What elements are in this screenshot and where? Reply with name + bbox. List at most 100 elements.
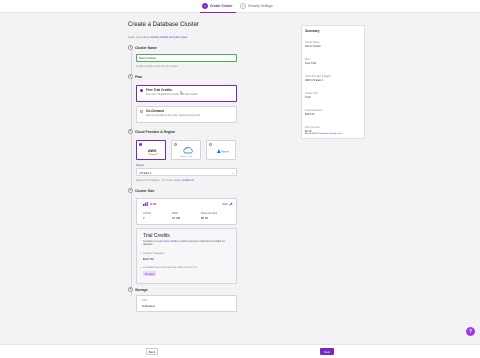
step-create-cluster[interactable]: 1 Create Cluster xyxy=(202,3,233,9)
metric-value: $0.49 xyxy=(201,216,208,220)
summary-key: Price per hour xyxy=(305,126,321,129)
section-title: Storage xyxy=(135,287,148,292)
monthly-costs-link[interactable]: Estimated monthly costs xyxy=(319,133,343,135)
provider-label: Google Cloud xyxy=(179,156,193,158)
region-select[interactable]: US East 1 ⌄ xyxy=(136,168,237,176)
summary-value: $227.60 xyxy=(305,113,315,116)
radio-selected-icon xyxy=(139,143,142,146)
section-number: 1 xyxy=(128,45,133,50)
summary-value: AWS US East 1 xyxy=(305,79,324,82)
metric-ram: RAM 16 GB xyxy=(172,212,180,220)
section-storage-header: 5 Storage xyxy=(128,287,148,292)
summary-key: Cluster Name xyxy=(305,41,320,44)
section-number: 2 xyxy=(128,74,133,79)
runtime-badge: 19 days xyxy=(143,271,156,276)
plan-option-free-trial[interactable]: Free Trial Credits Test your SingleStore… xyxy=(136,85,237,102)
summary-value: Demo Cluster xyxy=(305,45,321,48)
cluster-size-value: S-00 xyxy=(150,202,157,206)
section-title: Cluster Size xyxy=(135,188,155,193)
provider-google-cloud[interactable]: Google Cloud xyxy=(171,140,201,160)
storage-limit-label: Limit xyxy=(142,299,148,302)
step-number: 1 xyxy=(202,3,208,9)
radio-selected-icon xyxy=(140,89,143,92)
section-title: Cloud Provider & Region xyxy=(135,129,176,134)
summary-row: Cloud Provider & Region AWS US East 1 xyxy=(305,75,331,82)
summary-row: Cluster Name Demo Cluster xyxy=(305,41,321,48)
pencil-icon xyxy=(229,202,233,206)
provider-azure[interactable]: Azure xyxy=(206,140,236,160)
plan-option-on-demand[interactable]: On-Demand Set up a cluster of any size. … xyxy=(136,106,237,123)
summary-row: Cluster Size S-00 xyxy=(305,92,318,99)
cluster-size-card: S-00 Edit vCPUs 2 RAM 16 GB Price per ho… xyxy=(136,198,237,225)
summary-key: Current balance xyxy=(305,109,323,112)
step-security-settings[interactable]: 2 Security Settings xyxy=(240,3,273,9)
next-button[interactable]: Next xyxy=(320,348,334,355)
section-number: 5 xyxy=(128,287,133,292)
metric-value: 16 GB xyxy=(172,216,180,220)
step-number: 2 xyxy=(240,3,246,9)
footer-bar: Back Next xyxy=(0,344,480,358)
runtime-label: ESTIMATED RUN TIME BEFORE CREDITS RUN OU… xyxy=(143,267,197,269)
region-hint-text: Region is US Virginia · To confirm regio… xyxy=(136,179,182,182)
storage-limit-value: Unlimited xyxy=(142,304,155,308)
provider-aws[interactable]: aws xyxy=(136,140,166,160)
trial-description: Contact us to get more credits or add a … xyxy=(143,240,233,247)
metric-label: vCPUs xyxy=(143,212,152,215)
summary-title: Summary xyxy=(305,29,320,33)
summary-value: S-00 xyxy=(305,96,311,99)
region-label: Region xyxy=(136,164,145,167)
summary-row: Plan Free Trial xyxy=(305,58,316,65)
plan-title: On-Demand xyxy=(146,109,165,113)
region-value: US East 1 xyxy=(139,171,152,175)
balance-label: CURRENT BALANCE xyxy=(143,253,165,255)
step-label: Create Cluster xyxy=(210,4,233,8)
section-number: 3 xyxy=(128,129,133,134)
azure-logo-icon: Azure xyxy=(216,146,230,156)
radio-icon xyxy=(174,143,177,146)
summary-footer: Based: $0.00 Estimated monthly costs xyxy=(305,133,342,135)
metric-vcpus: vCPUs 2 xyxy=(143,212,151,220)
storage-card: Limit Unlimited xyxy=(136,295,237,312)
summary-row: Price per hour $0.49 xyxy=(305,126,320,133)
subtitle-text: Learn more about xyxy=(128,35,151,39)
balance-dot-icon xyxy=(140,253,141,254)
trial-title: Trial Credits xyxy=(143,233,170,239)
cluster-name-input[interactable] xyxy=(136,54,237,62)
active-step-underline xyxy=(200,12,236,13)
summary-footer-text: Based: $0.00 xyxy=(305,133,318,135)
section-cloud-provider-header: 3 Cloud Provider & Region xyxy=(128,129,175,134)
step-label: Security Settings xyxy=(248,4,273,8)
plan-description: Set up a cluster of any size. Cancel at … xyxy=(146,114,201,117)
section-connector-line xyxy=(130,50,131,296)
cluster-name-hint: Create a simple name for your cluster xyxy=(136,65,178,68)
more-credits-link[interactable]: more credits xyxy=(163,240,177,243)
current-balance: CURRENT BALANCE $227.60 xyxy=(143,253,164,261)
section-title: Cluster Name xyxy=(135,45,157,50)
help-button[interactable]: ? xyxy=(466,327,475,336)
page-title: Create a Database Cluster xyxy=(128,22,200,28)
cluster-size-badge: S-00 xyxy=(143,202,156,206)
summary-key: Cloud Provider & Region xyxy=(305,75,332,78)
plan-description: Test your SingleStore cluster with trial… xyxy=(146,93,198,96)
google-cloud-logo-icon xyxy=(181,146,195,156)
plan-types-link[interactable]: activity details and plan types xyxy=(151,35,187,39)
metric-value: 2 xyxy=(143,216,145,220)
summary-key: Plan xyxy=(305,58,310,61)
section-cluster-size-header: 4 Cluster Size xyxy=(128,188,154,193)
plan-title: Free Trial Credits xyxy=(146,88,173,92)
edit-size-button[interactable]: Edit xyxy=(223,202,233,206)
radio-icon xyxy=(209,143,212,146)
mouse-pointer-icon: ↖ xyxy=(180,90,184,95)
metric-label: Price per hour xyxy=(201,212,218,215)
section-title: Plan xyxy=(135,74,143,79)
section-cluster-name-header: 1 Cluster Name xyxy=(128,45,157,50)
trial-credits-panel: Trial Credits Contact us to get more cre… xyxy=(136,228,237,284)
radio-icon xyxy=(140,110,143,113)
back-button[interactable]: Back xyxy=(146,348,158,355)
metric-price: Price per hour $0.49 xyxy=(201,212,217,220)
contact-us-link[interactable]: Contact Us xyxy=(182,179,194,182)
metric-label: RAM xyxy=(172,212,178,215)
top-stepper-bar: 1 Create Cluster 2 Security Settings xyxy=(0,0,480,13)
edit-label: Edit xyxy=(222,202,228,206)
aws-logo-icon: aws xyxy=(146,146,160,156)
